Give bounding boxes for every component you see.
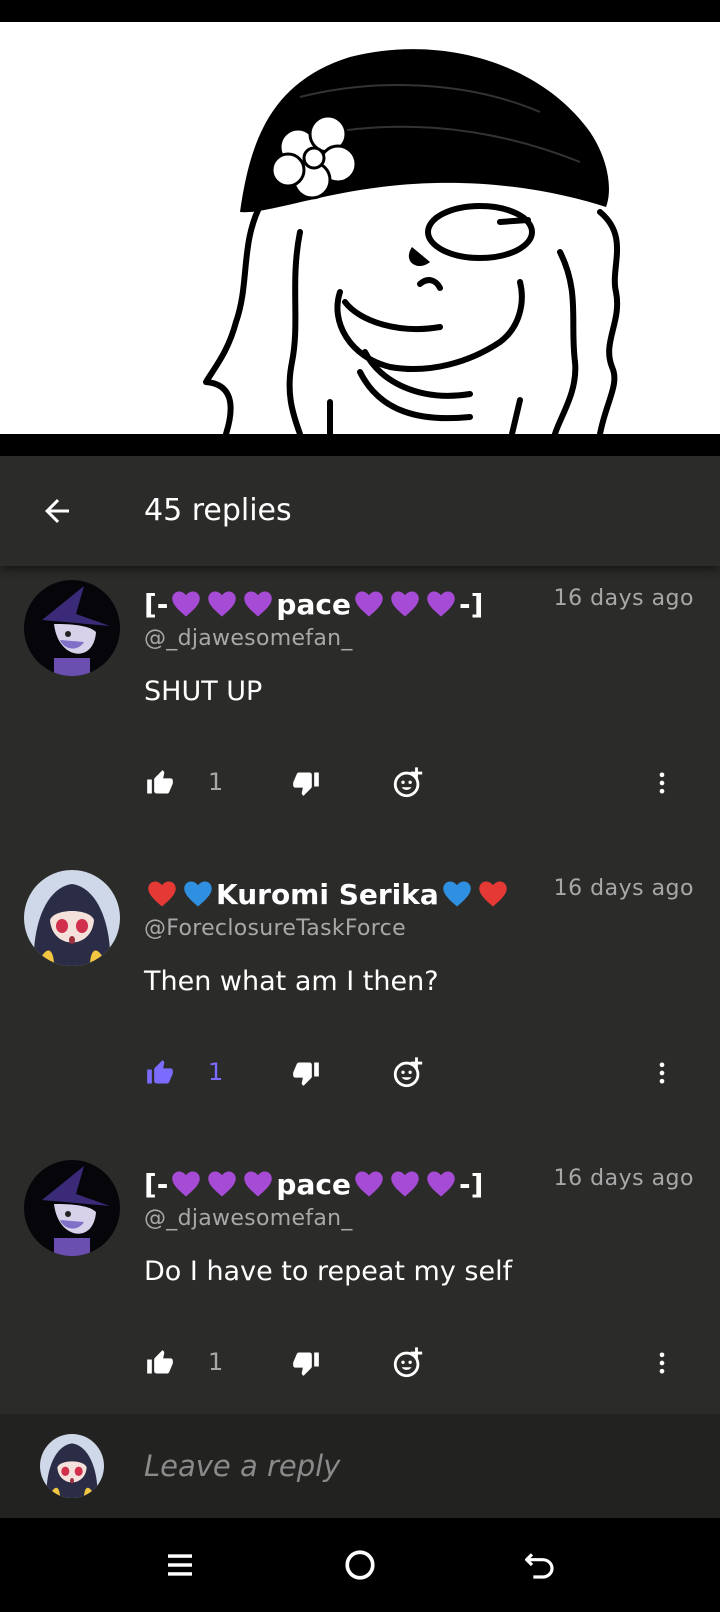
comment-author[interactable]: [- pace -]	[144, 584, 534, 624]
comment-text: Then what am I then?	[144, 966, 439, 997]
comment-actions: 1	[0, 1338, 720, 1388]
blue-heart-icon	[184, 881, 212, 907]
purple-heart-icon	[244, 591, 273, 617]
reply-input[interactable]	[144, 1444, 684, 1488]
back-arrow-icon	[45, 499, 69, 523]
purple-heart-icon	[172, 591, 201, 617]
page-title: 45 replies	[144, 493, 292, 528]
like-count: 1	[208, 768, 224, 796]
purple-heart-icon	[208, 1171, 237, 1197]
like-button[interactable]	[140, 1343, 180, 1383]
add-reaction-icon	[393, 1347, 423, 1378]
more-options-button[interactable]	[642, 1053, 682, 1093]
comment-timestamp: 16 days ago	[553, 876, 694, 901]
back-button[interactable]	[32, 486, 82, 536]
thumbs-down-icon	[293, 1352, 319, 1376]
dislike-button[interactable]	[286, 1053, 326, 1093]
comment-author[interactable]: [- pace -]	[144, 1164, 534, 1204]
purple-heart-icon	[172, 1171, 201, 1197]
red-heart-icon	[148, 881, 176, 907]
purple-heart-icon	[427, 591, 455, 617]
comment-item: Kuromi Serika 16 days ago @ForeclosureTa…	[0, 856, 720, 1154]
cartoon-drawing	[203, 49, 621, 434]
comment-item: [- pace -] 16 days ago @_djawesomefan_ S…	[0, 566, 720, 864]
menu-icon	[168, 1554, 192, 1576]
recent-apps-button[interactable]	[155, 1540, 205, 1590]
more-options-button[interactable]	[642, 763, 682, 803]
comment-list[interactable]: [- pace -] 16 days ago @_djawesomefan_ S…	[0, 566, 720, 1414]
home-circle-icon	[345, 1550, 375, 1580]
name-core: pace	[276, 587, 351, 621]
anime-girl-avatar	[24, 870, 120, 966]
comment-text: SHUT UP	[144, 676, 263, 707]
add-reaction-button[interactable]	[388, 763, 428, 803]
reply-bar	[0, 1414, 720, 1518]
red-heart-icon	[479, 881, 507, 907]
add-reaction-button[interactable]	[388, 1343, 428, 1383]
name-prefix: [-	[144, 1167, 169, 1201]
name-prefix: [-	[144, 587, 169, 621]
comment-handle[interactable]: @ForeclosureTaskForce	[144, 916, 406, 941]
like-button[interactable]	[140, 1053, 180, 1093]
blue-heart-icon	[443, 881, 471, 907]
video-frame[interactable]	[0, 22, 720, 434]
comment-text: Do I have to repeat my self	[144, 1256, 513, 1287]
more-options-button[interactable]	[642, 1343, 682, 1383]
comment-timestamp: 16 days ago	[553, 1166, 694, 1191]
thumbs-up-icon	[147, 1060, 173, 1084]
name-core: Kuromi Serika	[216, 877, 439, 911]
thumbs-up-icon	[147, 770, 173, 794]
witch-cat-avatar	[24, 580, 120, 676]
add-reaction-icon	[393, 1057, 423, 1088]
avatar[interactable]	[24, 580, 120, 676]
system-back-button[interactable]	[515, 1540, 565, 1590]
avatar[interactable]	[24, 870, 120, 966]
comment-handle[interactable]: @_djawesomefan_	[144, 1206, 353, 1231]
comment-handle[interactable]: @_djawesomefan_	[144, 626, 353, 651]
comment-actions: 1	[0, 758, 720, 808]
system-nav-bar	[0, 1518, 720, 1612]
purple-heart-icon	[391, 1171, 419, 1197]
more-vert-icon	[659, 1062, 665, 1084]
more-vert-icon	[659, 1352, 665, 1374]
comment-timestamp: 16 days ago	[553, 586, 694, 611]
dislike-button[interactable]	[286, 763, 326, 803]
like-count: 1	[208, 1058, 224, 1086]
more-vert-icon	[659, 772, 665, 794]
purple-heart-icon	[355, 591, 383, 617]
dislike-button[interactable]	[286, 1343, 326, 1383]
video-bottom-bar	[0, 434, 720, 456]
purple-heart-icon	[391, 591, 419, 617]
user-avatar	[40, 1434, 104, 1498]
purple-heart-icon	[244, 1171, 273, 1197]
replies-header: 45 replies	[0, 456, 720, 566]
status-bar	[0, 0, 720, 22]
purple-heart-icon	[427, 1171, 455, 1197]
witch-cat-avatar	[24, 1160, 120, 1256]
add-reaction-icon	[393, 767, 423, 798]
name-suffix: -]	[458, 587, 484, 621]
thumbs-up-icon	[147, 1350, 173, 1374]
comment-author[interactable]: Kuromi Serika	[144, 874, 534, 914]
thumbs-down-icon	[293, 1062, 319, 1086]
avatar[interactable]	[24, 1160, 120, 1256]
anime-girl-avatar	[40, 1434, 104, 1498]
add-reaction-button[interactable]	[388, 1053, 428, 1093]
name-core: pace	[276, 1167, 351, 1201]
like-button[interactable]	[140, 763, 180, 803]
home-button[interactable]	[335, 1540, 385, 1590]
purple-heart-icon	[208, 591, 237, 617]
comment-actions: 1	[0, 1048, 720, 1098]
name-suffix: -]	[458, 1167, 484, 1201]
comment-item: [- pace -] 16 days ago @_djawesomefan_ D…	[0, 1146, 720, 1414]
thumbs-down-icon	[293, 772, 319, 796]
purple-heart-icon	[355, 1171, 383, 1197]
back-nav-icon	[525, 1553, 554, 1579]
like-count: 1	[208, 1348, 224, 1376]
